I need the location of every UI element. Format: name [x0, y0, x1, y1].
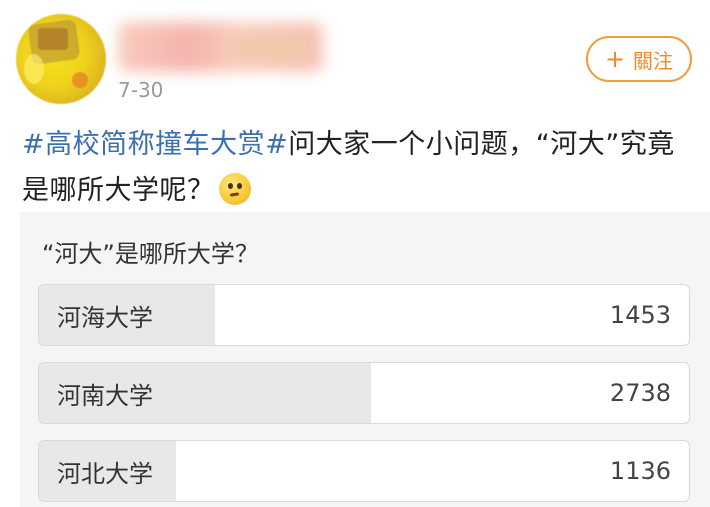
emoji-mouth: [229, 192, 239, 197]
post-body: #高校简称撞车大赏#问大家一个小问题，“河大”究竟 是哪所大学呢？: [22, 122, 692, 214]
poll-option[interactable]: 河海大学 1453: [38, 284, 690, 346]
user-badge-redacted: [236, 36, 306, 60]
thinking-face-emoji-icon: [218, 173, 251, 205]
post-text-line1: 问大家一个小问题，“河大”究竟: [288, 129, 675, 160]
poll-option-label: 河南大学: [57, 381, 153, 410]
avatar-blur-shape: [38, 28, 68, 50]
plus-icon: +: [604, 45, 626, 73]
poll-option[interactable]: 河北大学 1136: [38, 440, 690, 502]
poll-option-label: 河北大学: [57, 459, 153, 488]
avatar-blur-shape: [72, 72, 88, 88]
post-date: 7-30: [118, 78, 164, 102]
emoji-eye: [227, 183, 233, 189]
poll-card: “河大”是哪所大学？ 河海大学 1453 河南大学 2738 河北大学 1136: [20, 212, 710, 507]
hashtag-link[interactable]: #高校简称撞车大赏#: [22, 129, 288, 160]
avatar[interactable]: [16, 14, 106, 104]
avatar-blur-shape: [24, 54, 44, 84]
follow-label: 關注: [633, 48, 674, 73]
poll-option[interactable]: 河南大学 2738: [38, 362, 690, 424]
weibo-post: 7-30 + 關注 #高校简称撞车大赏#问大家一个小问题，“河大”究竟 是哪所大…: [0, 0, 710, 507]
poll-option-count: 1136: [609, 457, 671, 485]
poll-question: “河大”是哪所大学？: [42, 240, 259, 268]
poll-option-label: 河海大学: [57, 303, 153, 332]
poll-option-count: 1453: [609, 301, 671, 329]
poll-option-count: 2738: [609, 379, 671, 407]
emoji-eye: [236, 183, 242, 189]
post-text-line2: 是哪所大学呢？: [22, 175, 215, 206]
follow-button[interactable]: + 關注: [586, 36, 692, 82]
